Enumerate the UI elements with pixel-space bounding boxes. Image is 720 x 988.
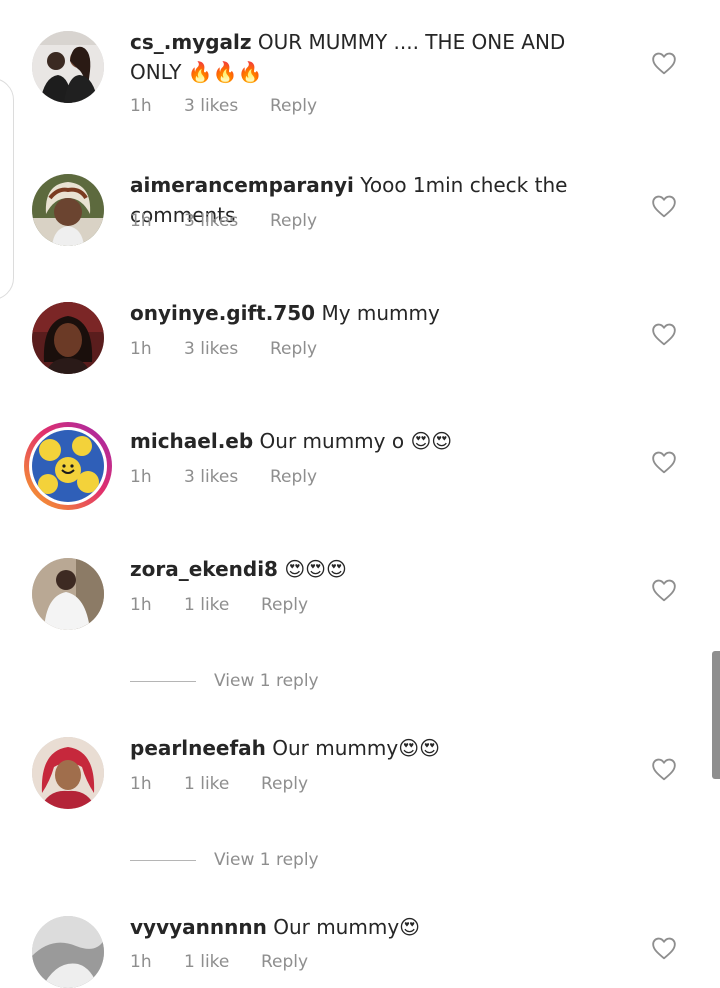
avatar[interactable]	[32, 302, 104, 374]
comment-likes[interactable]: 3 likes	[184, 339, 270, 359]
reply-button[interactable]: Reply	[261, 774, 308, 794]
comment-text: onyinye.gift.750 My mummy	[130, 298, 610, 328]
comment-text: pearlneefah Our mummy😍😍	[130, 733, 610, 763]
avatar[interactable]	[32, 916, 104, 988]
reply-button[interactable]: Reply	[261, 595, 308, 615]
heart-outline-icon[interactable]	[651, 51, 677, 75]
reply-button[interactable]: Reply	[270, 96, 317, 116]
comment-username[interactable]: onyinye.gift.750	[130, 301, 315, 325]
comment-username[interactable]: zora_ekendi8	[130, 557, 278, 581]
view-replies-label: View 1 reply	[214, 671, 319, 691]
comment-meta: 1h 1 like Reply	[130, 595, 308, 615]
heart-outline-icon[interactable]	[651, 936, 677, 960]
reply-button[interactable]: Reply	[261, 952, 308, 972]
comment-username[interactable]: pearlneefah	[130, 736, 266, 760]
comment-body: Our mummy o 😍😍	[259, 429, 453, 453]
heart-outline-icon[interactable]	[651, 757, 677, 781]
comment-time: 1h	[130, 595, 152, 615]
avatar[interactable]	[32, 174, 104, 246]
comment-likes[interactable]: 3 likes	[184, 211, 270, 231]
view-replies-button[interactable]: View 1 reply	[130, 671, 319, 691]
comment-username[interactable]: aimerancemparanyi	[130, 173, 354, 197]
comment-likes[interactable]: 1 like	[184, 595, 261, 615]
view-replies-button[interactable]: View 1 reply	[130, 850, 319, 870]
comment-username[interactable]: michael.eb	[130, 429, 253, 453]
view-replies-label: View 1 reply	[214, 850, 319, 870]
reply-button[interactable]: Reply	[270, 467, 317, 487]
comment-username[interactable]: cs_.mygalz	[130, 30, 252, 54]
comment-time: 1h	[130, 211, 152, 231]
avatar-ring-gap	[29, 427, 107, 505]
avatar[interactable]	[32, 558, 104, 630]
avatar[interactable]	[32, 31, 104, 103]
avatar[interactable]	[32, 737, 104, 809]
view-replies-line	[130, 680, 196, 682]
comment-time: 1h	[130, 96, 152, 116]
comment-body: Our mummy😍😍	[272, 736, 440, 760]
heart-outline-icon[interactable]	[651, 194, 677, 218]
comment-time: 1h	[130, 467, 152, 487]
heart-outline-icon[interactable]	[651, 578, 677, 602]
comment-username[interactable]: vyvyannnnn	[130, 915, 267, 939]
comment-likes[interactable]: 3 likes	[184, 467, 270, 487]
comment-likes[interactable]: 1 like	[184, 952, 261, 972]
view-replies-line	[130, 859, 196, 861]
reply-button[interactable]: Reply	[270, 339, 317, 359]
heart-outline-icon[interactable]	[651, 450, 677, 474]
avatar-story-ring[interactable]	[24, 422, 112, 510]
comment-likes[interactable]: 3 likes	[184, 96, 270, 116]
comment-time: 1h	[130, 339, 152, 359]
comment-body: Our mummy😍	[273, 915, 421, 939]
comment-meta: 1h 3 likes Reply	[130, 467, 317, 487]
comment-time: 1h	[130, 952, 152, 972]
comment-meta: 1h 3 likes Reply	[130, 96, 317, 116]
comment-text: cs_.mygalz OUR MUMMY .... THE ONE AND ON…	[130, 27, 610, 87]
comment-text: zora_ekendi8 😍😍😍	[130, 554, 610, 584]
partial-side-card	[0, 78, 14, 300]
reply-button[interactable]: Reply	[270, 211, 317, 231]
comment-meta: 1h 3 likes Reply	[130, 211, 317, 231]
comment-likes[interactable]: 1 like	[184, 774, 261, 794]
comment-body: 😍😍😍	[284, 557, 347, 581]
comment-text: michael.eb Our mummy o 😍😍	[130, 426, 610, 456]
comment-body: My mummy	[321, 301, 440, 325]
comment-text: vyvyannnnn Our mummy😍	[130, 912, 610, 942]
comment-meta: 1h 3 likes Reply	[130, 339, 317, 359]
avatar	[32, 430, 104, 502]
comment-meta: 1h 1 like Reply	[130, 952, 308, 972]
heart-outline-icon[interactable]	[651, 322, 677, 346]
comment-time: 1h	[130, 774, 152, 794]
scrollbar-thumb[interactable]	[712, 651, 720, 779]
comment-meta: 1h 1 like Reply	[130, 774, 308, 794]
